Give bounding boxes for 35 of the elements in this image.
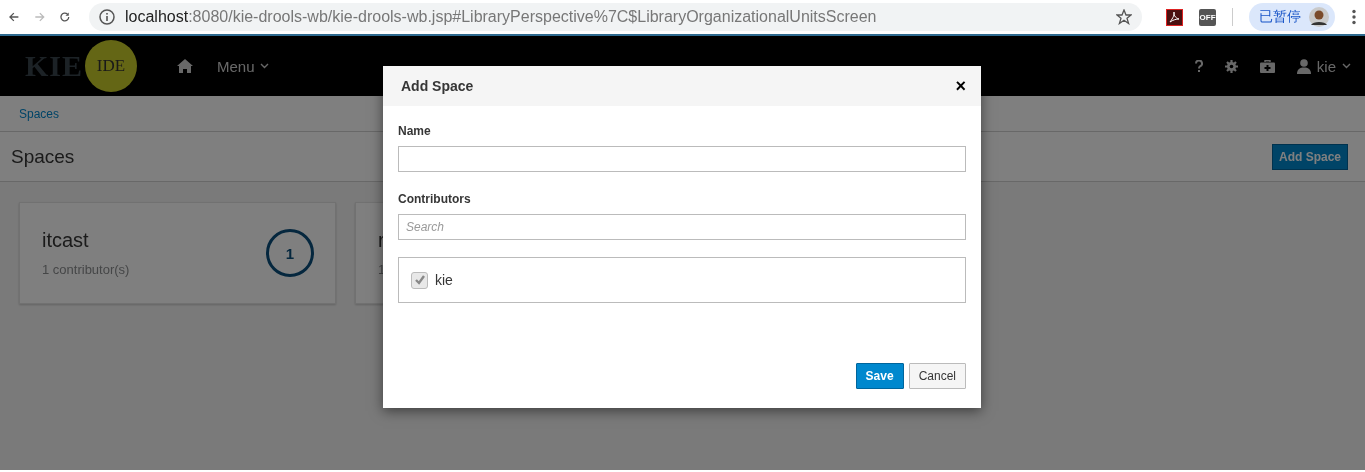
profile-button[interactable]: 已暂停 [1249, 3, 1335, 31]
space-card[interactable]: itcast 1 contributor(s) 1 [19, 202, 336, 304]
url-text: localhost:8080/kie-drools-wb/kie-drools-wb.jsp#LibraryPerspective%7C$LibraryOrganizationalUnitsScreen [125, 8, 878, 26]
count-badge: 1 [266, 229, 314, 277]
field-label: Name [398, 124, 432, 138]
save-button[interactable]: Save [855, 363, 904, 389]
caret-icon [259, 63, 269, 69]
settings-icon[interactable] [1224, 59, 1238, 73]
star-icon[interactable] [1116, 9, 1132, 25]
caret-icon [1342, 63, 1351, 69]
medkit-icon[interactable] [1259, 59, 1275, 73]
help-icon[interactable] [1194, 60, 1203, 72]
cancel-button[interactable]: Cancel [908, 363, 966, 389]
name-field[interactable] [398, 146, 966, 172]
breadcrumb-link[interactable]: Spaces [19, 106, 60, 121]
pdf-extension-icon[interactable] [1166, 8, 1183, 26]
add-space-button[interactable]: Add Space [1272, 143, 1348, 170]
menu-dropdown[interactable]: Menu [217, 57, 269, 75]
more-icon[interactable] [1351, 9, 1357, 25]
close-button[interactable]: × [955, 73, 966, 99]
user-menu[interactable]: kie [1296, 57, 1351, 75]
info-icon[interactable] [99, 9, 115, 25]
extension-badge[interactable]: OFF [1199, 8, 1216, 26]
contributor-name: kie [435, 272, 453, 288]
search-field[interactable]: Search [398, 214, 966, 240]
space-name: itcast [42, 229, 90, 252]
contributor-count: 1 contributor(s) [42, 262, 131, 277]
logo-badge: IDE [85, 40, 138, 92]
field-label: Contributors [398, 192, 472, 206]
page-title: Spaces [11, 145, 75, 168]
user-icon [1296, 58, 1311, 74]
address-bar[interactable]: localhost:8080/kie-drools-wb/kie-drools-wb.jsp#LibraryPerspective%7C$LibraryOrganizationalUnitsScreen [89, 3, 1142, 31]
home-icon[interactable] [177, 59, 194, 73]
avatar-icon [1309, 7, 1329, 27]
modal-title: Add Space [401, 78, 474, 94]
